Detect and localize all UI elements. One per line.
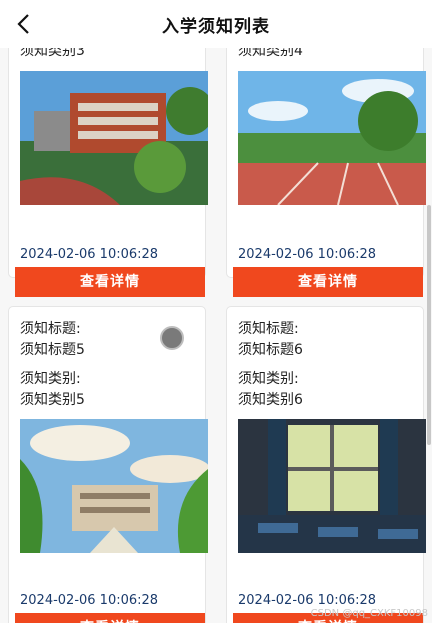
- touch-indicator: [160, 326, 184, 350]
- category-value: 须知类别6: [238, 392, 303, 408]
- page-title: 入学须知列表: [162, 17, 270, 37]
- category-label: 须知类别:: [238, 371, 299, 387]
- notice-image: [20, 419, 208, 553]
- scrollbar[interactable]: [427, 205, 431, 445]
- card-time: 2024-02-06 10:06:28: [20, 247, 159, 262]
- category-value: 须知类别3: [20, 48, 85, 59]
- notice-image: [238, 419, 426, 553]
- category-label: 须知类别:: [20, 371, 81, 387]
- title-value: 须知标题6: [238, 342, 303, 358]
- notice-list[interactable]: 须知类别3 2024-02-06 10:06:28 查看详情 须知类别4 202…: [0, 48, 432, 623]
- notice-image: [20, 71, 208, 205]
- watermark: CSDN @qq_CXKF10098: [310, 608, 428, 619]
- view-details-button[interactable]: 查看详情: [233, 267, 423, 297]
- category-value: 须知类别4: [238, 48, 303, 59]
- notice-card: 须知标题: 须知标题6 须知类别: 须知类别6 2024-02-06 10:06…: [226, 306, 426, 623]
- title-label: 须知标题:: [238, 321, 299, 337]
- view-details-button[interactable]: 查看详情: [15, 613, 205, 623]
- top-bar: 入学须知列表: [0, 0, 432, 48]
- title-value: 须知标题5: [20, 342, 85, 358]
- notice-card: 须知标题: 须知标题5 须知类别: 须知类别5 2024-02-06 10:06…: [8, 306, 208, 623]
- notice-card: 须知类别3 2024-02-06 10:06:28 查看详情: [8, 48, 208, 297]
- card-time: 2024-02-06 10:06:28: [20, 593, 159, 608]
- card-time: 2024-02-06 10:06:28: [238, 247, 377, 262]
- notice-image: [238, 71, 426, 205]
- title-label: 须知标题:: [20, 321, 81, 337]
- category-value: 须知类别5: [20, 392, 85, 408]
- card-time: 2024-02-06 10:06:28: [238, 593, 377, 608]
- notice-card: 须知类别4 2024-02-06 10:06:28 查看详情: [226, 48, 426, 297]
- view-details-button[interactable]: 查看详情: [15, 267, 205, 297]
